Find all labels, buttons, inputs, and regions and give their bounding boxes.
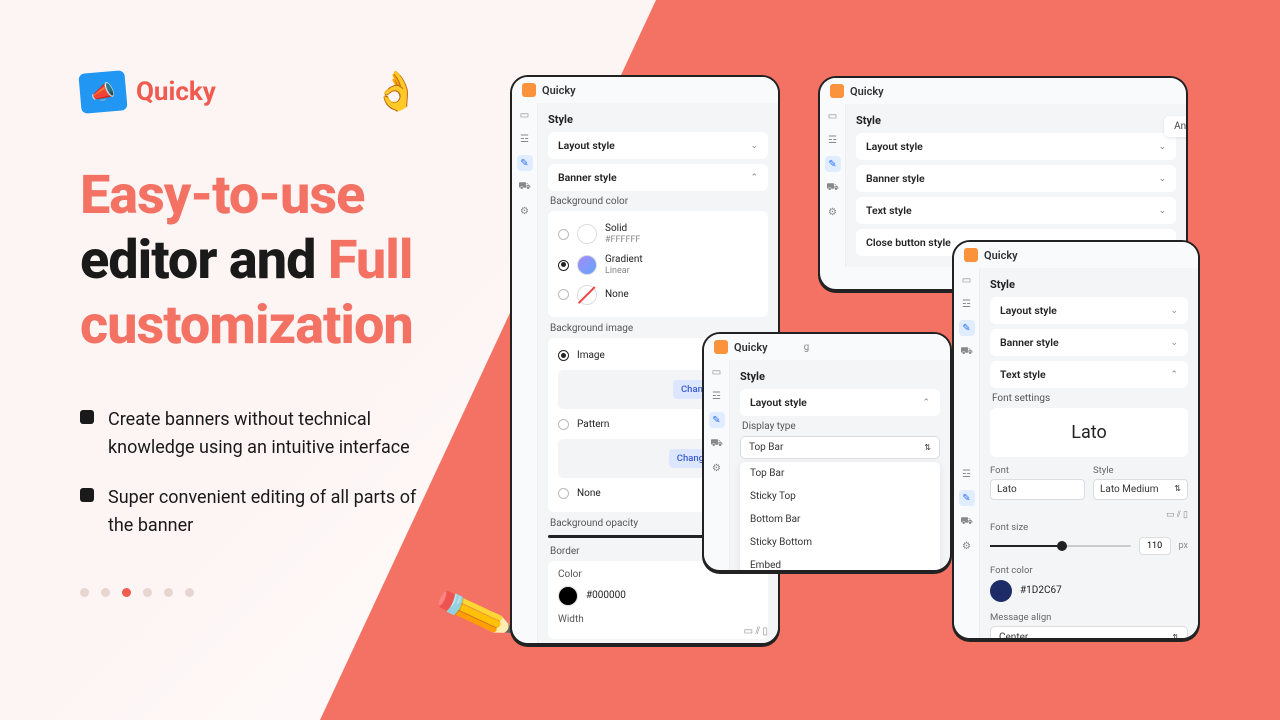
font-size-slider[interactable] [990, 545, 1131, 547]
device-toggle-icons[interactable]: ▭ ⫽ ▯ [990, 510, 1188, 520]
marketing-copy: 📣 Quicky 👌 Easy-to-use editor and Full c… [80, 70, 500, 597]
layers-icon[interactable]: ☲ [709, 388, 725, 404]
layers-icon[interactable]: ☲ [959, 466, 975, 482]
chevron-down-icon: ⌄ [1158, 206, 1166, 216]
truck-icon[interactable]: ⛟ [517, 179, 533, 195]
home-icon[interactable]: ▭ [959, 272, 975, 288]
accordion-banner-style[interactable]: Banner style⌄ [856, 165, 1176, 192]
app-logo-icon [714, 340, 728, 354]
bullet-2: Super convenient editing of all parts of… [80, 484, 500, 540]
app-logo-icon [964, 248, 978, 262]
font-color-picker[interactable]: #1D2C67 [990, 580, 1188, 602]
brand-name: Quicky [136, 77, 216, 107]
chevron-down-icon: ⌄ [1158, 174, 1166, 184]
layers-icon[interactable]: ☲ [517, 131, 533, 147]
option-sticky-top[interactable]: Sticky Top [740, 485, 940, 508]
app-title: Quicky [850, 85, 884, 98]
side-rail: ▭ ☲ ✎ ⛟ ☲ ✎ ⛟ ⚙ [954, 268, 980, 640]
app-title: Quicky [734, 341, 768, 354]
radio-none[interactable]: None [558, 281, 758, 309]
pen-icon[interactable]: ✎ [517, 155, 533, 171]
truck-icon[interactable]: ⛟ [825, 180, 841, 196]
truck-icon[interactable]: ⛟ [709, 436, 725, 452]
accordion-banner-style[interactable]: Banner style⌄ [990, 329, 1188, 356]
accordion-layout-style[interactable]: Layout style ⌄ [548, 132, 768, 159]
layers-icon[interactable]: ☲ [959, 296, 975, 312]
app-title: Quicky [984, 249, 1018, 262]
accordion-text-style[interactable]: Text style⌃ [990, 361, 1188, 388]
side-rail: ▭ ☲ ✎ ⛟ ⚙ [820, 104, 846, 267]
font-family-input[interactable]: Lato [990, 479, 1085, 500]
option-embed[interactable]: Embed [740, 554, 940, 572]
preview-pill: Announcement Ba [1164, 116, 1188, 137]
pen-icon[interactable]: ✎ [959, 490, 975, 506]
layers-icon[interactable]: ☲ [825, 132, 841, 148]
pen-icon[interactable]: ✎ [709, 412, 725, 428]
side-rail: ▭ ☲ ✎ ⛟ ⚙ [704, 360, 730, 572]
font-size-input[interactable] [1139, 537, 1171, 555]
app-title: Quicky [542, 84, 576, 97]
truck-icon[interactable]: ⛟ [959, 514, 975, 530]
ok-hand-icon: 👌 [373, 70, 420, 114]
gear-icon[interactable]: ⚙ [959, 538, 975, 554]
chevron-down-icon: ⌄ [750, 141, 758, 151]
pen-icon[interactable]: ✎ [959, 320, 975, 336]
truck-icon[interactable]: ⛟ [959, 344, 975, 360]
updown-icon: ⇅ [924, 443, 931, 452]
gear-icon[interactable]: ⚙ [709, 460, 725, 476]
radio-gradient[interactable]: GradientLinear [558, 250, 758, 281]
accordion-layout-style[interactable]: Layout style⌄ [990, 297, 1188, 324]
chevron-up-icon: ⌃ [922, 398, 930, 408]
message-align-label: Message align [990, 612, 1188, 623]
accordion-layout-style[interactable]: Layout style⌄ [856, 133, 1176, 160]
side-rail: ▭ ☲ ✎ ⛟ ⚙ [512, 103, 538, 645]
option-top-bar[interactable]: Top Bar [740, 462, 940, 485]
message-align-select[interactable]: Center ⇅ [990, 626, 1188, 640]
brand-logo: 📣 Quicky [80, 72, 216, 112]
home-icon[interactable]: ▭ [825, 108, 841, 124]
section-title: Style [548, 113, 768, 126]
pen-icon[interactable]: ✎ [825, 156, 841, 172]
font-style-select[interactable]: Lato Medium⇅ [1093, 479, 1188, 500]
chevron-down-icon: ⌄ [1158, 142, 1166, 152]
option-bottom-bar[interactable]: Bottom Bar [740, 508, 940, 531]
option-sticky-bottom[interactable]: Sticky Bottom [740, 531, 940, 554]
bullet-1: Create banners without technical knowled… [80, 406, 500, 462]
style-editor-panel-text: Quicky ▭ ☲ ✎ ⛟ ☲ ✎ ⛟ ⚙ Style Layout styl… [952, 240, 1200, 640]
style-editor-panel-layout: Quicky g ▭ ☲ ✎ ⛟ ⚙ Style Layout style⌃ D… [702, 332, 952, 572]
section-title: Style [990, 278, 1188, 291]
accordion-layout-style[interactable]: Layout style⌃ [740, 389, 940, 416]
home-icon[interactable]: ▭ [709, 364, 725, 380]
headline: Easy-to-use editor and Full customizatio… [80, 164, 500, 358]
section-title: Style [856, 114, 1176, 127]
display-type-label: Display type [742, 421, 940, 432]
app-logo-icon [830, 84, 844, 98]
section-title: Style [740, 370, 940, 383]
megaphone-icon: 📣 [78, 70, 127, 114]
bg-color-label: Background color [550, 196, 768, 207]
font-color-label: Font color [990, 565, 1188, 576]
accordion-banner-style[interactable]: Banner style ⌃ [548, 164, 768, 191]
home-icon[interactable]: ▭ [517, 107, 533, 123]
gear-icon[interactable]: ⚙ [825, 204, 841, 220]
app-logo-icon [522, 83, 536, 97]
device-preview-icons[interactable]: ▭ ⫽ ▯ [744, 626, 768, 637]
chevron-up-icon: ⌃ [750, 173, 758, 183]
font-settings-label: Font settings [992, 393, 1188, 404]
gear-icon[interactable]: ⚙ [517, 203, 533, 219]
font-size-label: Font size [990, 522, 1188, 533]
radio-solid[interactable]: Solid#FFFFFF [558, 219, 758, 250]
display-type-dropdown[interactable]: Top Bar Sticky Top Bottom Bar Sticky Bot… [740, 462, 940, 572]
traffic-lights [1186, 146, 1188, 164]
border-color-picker[interactable]: #000000 [558, 586, 758, 606]
display-type-select[interactable]: Top Bar ⇅ [740, 436, 940, 459]
accordion-text-style[interactable]: Text style⌄ [856, 197, 1176, 224]
font-preview: Lato [990, 408, 1188, 457]
banner-preview [1186, 162, 1188, 194]
